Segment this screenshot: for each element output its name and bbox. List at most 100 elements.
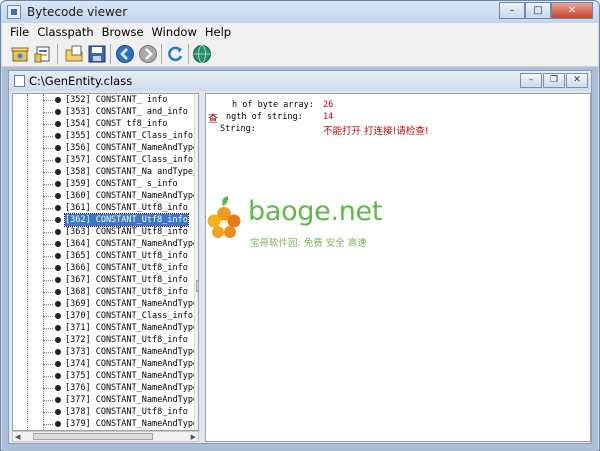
tree-bullet-icon: [55, 121, 61, 127]
tree-node[interactable]: [355] CONSTANT_Class_info: [13, 130, 193, 142]
menu-window[interactable]: Window: [148, 25, 201, 39]
tree-node[interactable]: [359] CONSTANT_ s_info: [13, 178, 193, 190]
tree-bullet-icon: [55, 241, 61, 247]
detail-label-byte-length: h of byte array:: [232, 100, 314, 110]
tree-connector: [43, 244, 53, 245]
tree-node-label: [367] CONSTANT_Utf8_info: [65, 275, 188, 285]
tree-bullet-icon: [55, 133, 61, 139]
tree-node[interactable]: [373] CONSTANT_NameAndType_in: [13, 346, 198, 358]
tree-hscroll-thumb[interactable]: [33, 433, 153, 440]
menu-classpath[interactable]: Classpath: [33, 25, 97, 39]
tree-node[interactable]: [356] CONSTANT_NameAndType_in: [13, 142, 198, 154]
tree-node-label: [370] CONSTANT_Class_info: [65, 311, 193, 321]
detail-label-string: String:: [220, 124, 256, 134]
tree-node-label: [358] CONSTANT_Na andType_in: [65, 167, 199, 177]
tree-node[interactable]: [366] CONSTANT_Utf8_info: [13, 262, 193, 274]
tree-bullet-icon: [55, 349, 61, 355]
scroll-left-arrow-icon[interactable]: ◀: [15, 433, 20, 441]
tree-node[interactable]: [372] CONSTANT_Utf8_info: [13, 334, 193, 346]
open-class-icon[interactable]: [33, 44, 53, 64]
scroll-right-arrow-icon[interactable]: ▶: [191, 433, 196, 441]
tree-connector: [43, 184, 53, 185]
tree-bullet-icon: [55, 193, 61, 199]
menu-browse[interactable]: Browse: [98, 25, 148, 39]
tree-node[interactable]: [374] CONSTANT_NameAndType_in: [13, 358, 198, 370]
detail-pane: h of byte array: 26 ngth of string: 14 S…: [205, 93, 591, 442]
tree-connector: [43, 352, 53, 353]
tree-node[interactable]: [362] CONSTANT_Utf8_info: [13, 213, 193, 227]
tree-node[interactable]: [364] CONSTANT_NameAndType_in: [13, 238, 198, 250]
tree-horizontal-scrollbar[interactable]: ◀ ▶: [12, 431, 199, 442]
tree-connector: [43, 124, 53, 125]
tree-node[interactable]: [358] CONSTANT_Na andType_in: [13, 166, 198, 178]
tree-node[interactable]: [363] CONSTANT_Utf8_info: [13, 226, 193, 238]
tree-bullet-icon: [55, 181, 61, 187]
tree-node[interactable]: [376] CONSTANT_NameAndType_in: [13, 382, 198, 394]
tree-bullet-icon: [55, 157, 61, 163]
tree-node[interactable]: [378] CONSTANT_Utf8_info: [13, 406, 193, 418]
title-bar[interactable]: Bytecode viewer – □ ✕: [1, 1, 599, 23]
child-restore-button[interactable]: ❐: [543, 73, 565, 88]
tree-connector: [43, 268, 53, 269]
tree-node[interactable]: [353] CONSTANT_ and_info: [13, 106, 193, 118]
child-title-bar[interactable]: C:\GenEntity.class – ❐ ✕: [9, 71, 591, 91]
tree-connector: [43, 196, 53, 197]
tree-bullet-icon: [55, 361, 61, 367]
tree-node[interactable]: [365] CONSTANT_Utf8_info: [13, 250, 193, 262]
tree-node[interactable]: [361] CONSTANT_Utf8_info: [13, 202, 193, 214]
tree-node-label: [354] CONST tf8_info: [65, 119, 168, 129]
open-jar-icon[interactable]: [10, 44, 30, 64]
tree-bullet-icon: [55, 409, 61, 415]
tree-connector: [43, 364, 53, 365]
detail-value-string: 不能打开 打连接!请检查!: [323, 126, 429, 137]
tree-node[interactable]: [379] CONSTANT_NameAndType_in: [13, 418, 198, 430]
tree-node[interactable]: [357] CONSTANT_Class_info: [13, 154, 193, 166]
tree-node[interactable]: [360] CONSTANT_NameAndType_in: [13, 190, 198, 202]
tree-node[interactable]: [369] CONSTANT_NameAndType_in: [13, 298, 198, 310]
menu-help[interactable]: Help: [201, 25, 235, 39]
tree-connector: [43, 220, 53, 221]
tree-node[interactable]: [367] CONSTANT_Utf8_info: [13, 274, 193, 286]
tree-node[interactable]: [354] CONST tf8_info: [13, 118, 193, 130]
tree-connector: [43, 316, 53, 317]
forward-arrow-icon[interactable]: [138, 44, 158, 64]
tree-node-label: [373] CONSTANT_NameAndType_in: [65, 347, 199, 357]
menu-file[interactable]: File: [6, 25, 33, 39]
globe-icon[interactable]: [192, 44, 212, 64]
tree-list: [352] CONSTANT_ info [353] CONSTANT_ and_…: [13, 94, 198, 430]
tree-node[interactable]: [377] CONSTANT_NameAndType_in: [13, 394, 198, 406]
tree-node[interactable]: [370] CONSTANT_Class_info: [13, 310, 193, 322]
constant-pool-tree[interactable]: [352] CONSTANT_ info [353] CONSTANT_ and_…: [12, 93, 199, 431]
tree-node[interactable]: [352] CONSTANT_ info: [13, 94, 193, 106]
tree-node[interactable]: [375] CONSTANT_NameAndType_in: [13, 370, 198, 382]
tree-node-label: [368] CONSTANT_Utf8_info: [65, 287, 188, 297]
watermark-brand: baoge.net: [248, 196, 383, 227]
child-close-button[interactable]: ✕: [566, 73, 588, 88]
tree-node-label: [363] CONSTANT_Utf8_info: [65, 227, 188, 237]
tree-bullet-icon: [55, 97, 61, 103]
tree-connector: [43, 400, 53, 401]
tree-bullet-icon: [55, 397, 61, 403]
app-icon: [7, 5, 21, 19]
save-icon[interactable]: [87, 44, 107, 64]
tree-bullet-icon: [55, 373, 61, 379]
child-minimize-button[interactable]: –: [520, 73, 542, 88]
tree-node-label: [362] CONSTANT_Utf8_info: [64, 213, 189, 227]
tree-connector: [43, 100, 53, 101]
back-arrow-icon[interactable]: [115, 44, 135, 64]
tree-node[interactable]: [368] CONSTANT_Utf8_info: [13, 286, 193, 298]
tree-connector: [43, 376, 53, 377]
close-button[interactable]: ✕: [551, 2, 593, 19]
open-folder-icon[interactable]: [64, 44, 84, 64]
window-title: Bytecode viewer: [27, 5, 128, 19]
refresh-icon[interactable]: [165, 44, 185, 64]
tree-bullet-icon: [55, 217, 61, 223]
tree-connector: [43, 160, 53, 161]
toolbar-separator: [57, 44, 58, 64]
tree-node[interactable]: [371] CONSTANT_NameAndType_in: [13, 322, 198, 334]
tree-connector: [43, 340, 53, 341]
maximize-button[interactable]: □: [525, 2, 551, 19]
tree-bullet-icon: [55, 325, 61, 331]
tree-bullet-icon: [55, 301, 61, 307]
minimize-button[interactable]: –: [499, 2, 525, 19]
